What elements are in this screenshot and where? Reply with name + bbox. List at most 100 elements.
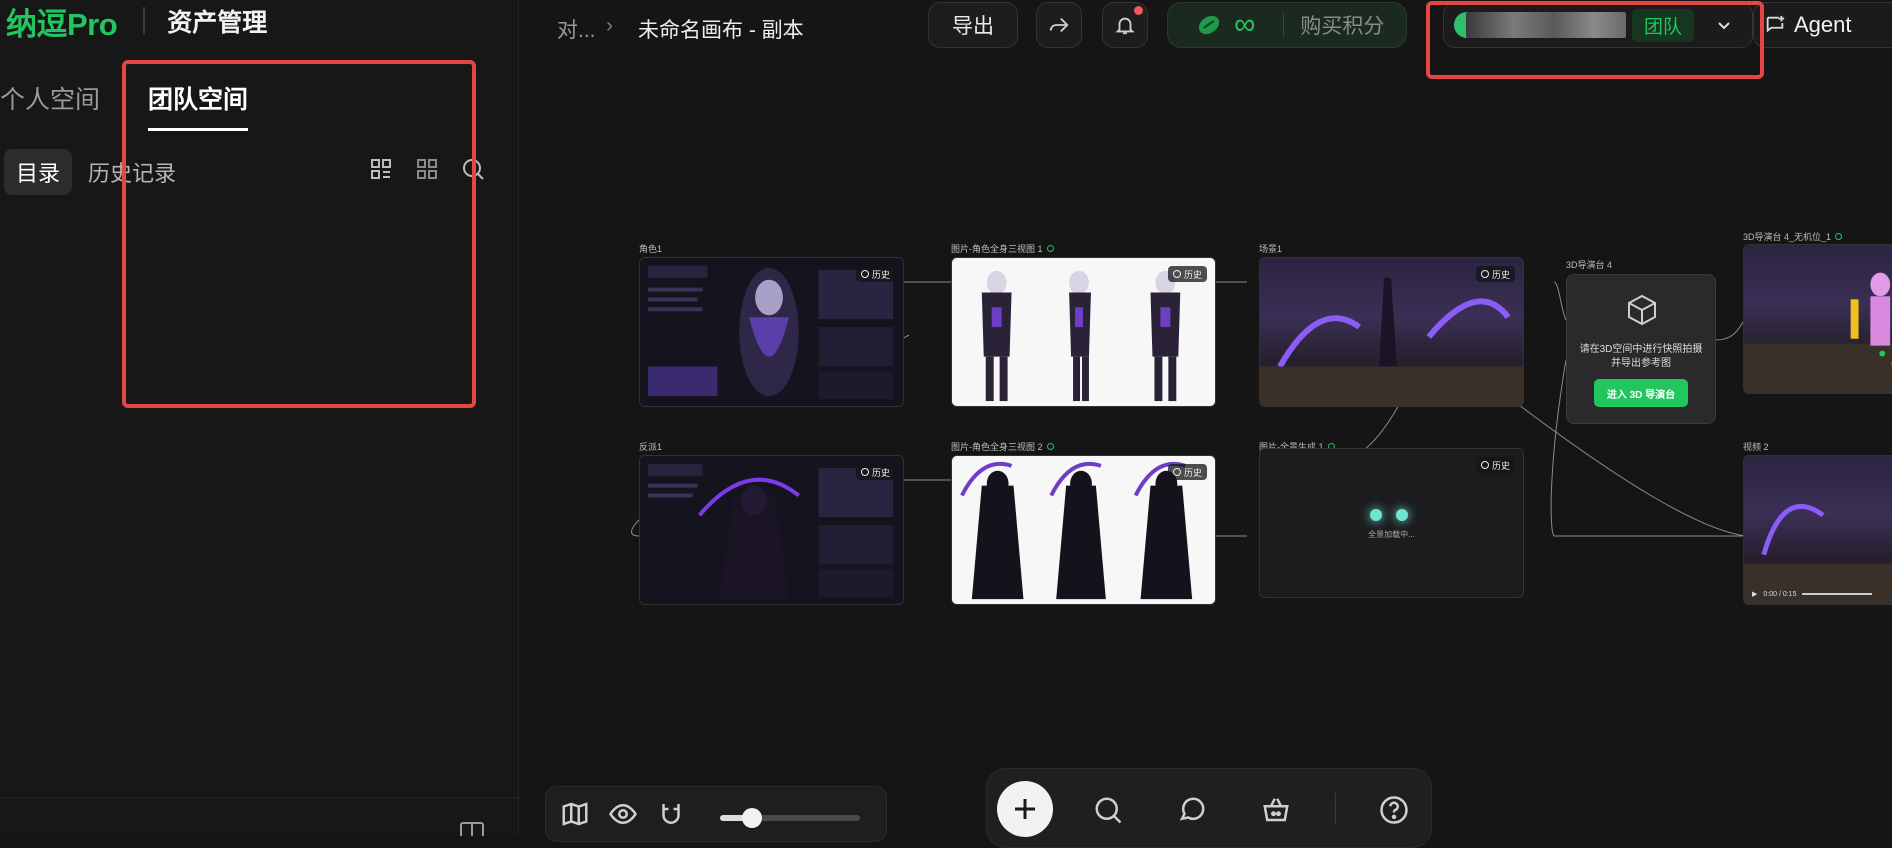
- search-icon[interactable]: [1093, 795, 1123, 825]
- layout-toggle-icon[interactable]: [460, 822, 484, 836]
- chevron-down-icon: [1718, 22, 1730, 30]
- bell-icon: [1115, 17, 1135, 35]
- search-icon[interactable]: [458, 154, 488, 184]
- video-time: 0:00 / 0:15: [1763, 590, 1797, 598]
- node-label-img2: 图片-角色全身三视图 2: [951, 440, 1054, 453]
- agent-label: Agent: [1794, 12, 1852, 37]
- video-controls[interactable]: ▶ 0:00 / 0:15: [1752, 590, 1873, 598]
- help-icon[interactable]: [1379, 795, 1409, 825]
- edge-scene-stage: [1553, 281, 1567, 321]
- clock-icon: [1172, 468, 1181, 476]
- space-tabs: 个人空间 团队空间: [0, 80, 296, 131]
- node-label-villain1: 反派1: [639, 442, 663, 452]
- canvas-title[interactable]: 未命名画布 - 副本: [638, 14, 804, 44]
- asset-sidebar: 纳逗Pro 资产管理 个人空间 团队空间 目录 历史记录: [0, 0, 519, 836]
- magnet-icon[interactable]: [656, 799, 686, 829]
- node-label-scene1: 场景1: [1259, 244, 1283, 254]
- plus-icon: [1015, 799, 1035, 819]
- check-circle-icon: [1046, 245, 1054, 252]
- workflow-canvas[interactable]: 角色1 历史 图片-角色全身三视图 1 历史 场景1 历史 3D导演台 4 请在…: [519, 60, 1892, 835]
- node-3d-stage[interactable]: 请在3D空间中进行快照拍摄 并导出参考图 进入 3D 导演台: [1566, 274, 1716, 424]
- connection-lines: [631, 281, 1747, 537]
- cube-icon: [1628, 294, 1656, 326]
- team-selector[interactable]: 团队: [1443, 2, 1753, 48]
- history-badge[interactable]: 历史: [1167, 464, 1207, 480]
- node-label-stage4: 3D导演台 4: [1566, 260, 1613, 270]
- edge-pano-video: [1518, 404, 1747, 537]
- team-name-redacted: [1466, 12, 1626, 38]
- view-toolbar: [545, 786, 887, 842]
- credits-balance: ∞: [1234, 8, 1256, 41]
- node-label-video2: 视频 2: [1743, 442, 1769, 452]
- play-icon[interactable]: ▶: [1752, 590, 1757, 598]
- small-grid-icon[interactable]: [412, 154, 442, 184]
- video-progress[interactable]: [1802, 593, 1873, 595]
- node-role1[interactable]: 历史: [639, 257, 904, 407]
- zoom-slider[interactable]: [720, 808, 860, 828]
- video-scene-shapes: [1744, 503, 1892, 604]
- node-video2[interactable]: ▶ 0:00 / 0:15: [1743, 455, 1892, 605]
- tab-history[interactable]: 历史记录: [76, 149, 188, 195]
- edge-villain-left: [631, 519, 640, 537]
- basket-icon[interactable]: [1261, 795, 1291, 825]
- credits-panel: ∞ 购买积分: [1167, 2, 1407, 48]
- node-label-stage4-output: 3D导演台 4_无机位_1: [1743, 230, 1843, 243]
- breadcrumb-chevron-icon: ›: [606, 14, 613, 37]
- edge-stage-pano: [1550, 359, 1567, 537]
- node-label-img1: 图片-角色全身三视图 1: [951, 242, 1054, 255]
- tab-personal-space[interactable]: 个人空间: [0, 80, 100, 131]
- zoom-slider-thumb[interactable]: [741, 808, 762, 828]
- eye-icon[interactable]: [608, 799, 638, 829]
- loading-indicator: [1370, 509, 1408, 521]
- node-label-role1: 角色1: [639, 244, 663, 254]
- agent-chat-icon: [1766, 15, 1785, 33]
- stage-instructions: 请在3D空间中进行快照拍摄 并导出参考图: [1579, 344, 1703, 369]
- clock-icon: [1172, 270, 1181, 278]
- clock-icon: [860, 270, 869, 278]
- top-bar: 对... › 未命名画布 - 副本 导出 ∞ 购买积分 团队 Agent: [519, 0, 1892, 60]
- node-scene1[interactable]: 历史: [1259, 257, 1524, 407]
- clock-icon: [1480, 270, 1489, 278]
- notification-button[interactable]: [1102, 2, 1148, 48]
- sidebar-footer-divider: [0, 797, 518, 798]
- comment-icon[interactable]: [1177, 795, 1207, 825]
- generating-status: 全景加载中...: [1368, 530, 1415, 539]
- node-stage4-output[interactable]: [1743, 244, 1892, 394]
- breadcrumb[interactable]: 对...: [557, 14, 596, 44]
- team-badge: 团队: [1632, 8, 1695, 42]
- brand: 纳逗Pro 资产管理: [6, 2, 267, 42]
- share-button[interactable]: [1036, 2, 1082, 48]
- enter-3d-stage-button[interactable]: 进入 3D 导演台: [1594, 379, 1688, 407]
- check-circle-icon: [1835, 233, 1843, 240]
- clock-icon: [1480, 461, 1489, 469]
- sub-tabs: 目录 历史记录: [4, 149, 192, 195]
- main-toolbar: [986, 768, 1432, 848]
- credits-divider: [1283, 13, 1285, 37]
- tab-team-space[interactable]: 团队空间: [148, 80, 249, 131]
- check-circle-icon: [1046, 443, 1054, 450]
- toolbar-divider: [1335, 793, 1336, 825]
- brand-divider: [143, 7, 146, 35]
- bean-icon: [1198, 15, 1220, 35]
- node-img1[interactable]: 历史: [951, 257, 1216, 407]
- buy-credits-link[interactable]: 购买积分: [1300, 10, 1384, 40]
- grid-view-icon[interactable]: [366, 154, 396, 184]
- node-panorama1[interactable]: 全景加载中... 历史: [1259, 448, 1524, 598]
- agent-button[interactable]: Agent: [1753, 2, 1892, 48]
- node-villain1[interactable]: 历史: [639, 455, 904, 605]
- sidebar-tools: [366, 154, 504, 184]
- node-img2[interactable]: 历史: [951, 455, 1216, 605]
- history-badge[interactable]: 历史: [855, 464, 895, 480]
- history-badge[interactable]: 历史: [1475, 266, 1515, 282]
- notification-dot: [1134, 6, 1143, 15]
- history-badge[interactable]: 历史: [1475, 457, 1515, 473]
- stage-output-figures: [1744, 272, 1892, 393]
- tab-catalog[interactable]: 目录: [4, 149, 73, 195]
- map-icon[interactable]: [560, 799, 590, 829]
- add-node-button[interactable]: [997, 781, 1053, 837]
- history-badge[interactable]: 历史: [1167, 266, 1207, 282]
- clock-icon: [860, 468, 869, 476]
- brand-logo[interactable]: 纳逗Pro: [6, 0, 118, 44]
- export-button[interactable]: 导出: [928, 2, 1018, 48]
- history-badge[interactable]: 历史: [855, 266, 895, 282]
